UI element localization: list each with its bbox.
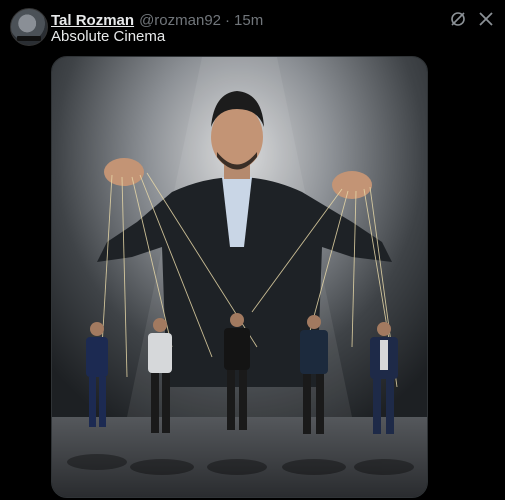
puppeteer-illustration (52, 57, 427, 497)
more-icon[interactable] (477, 10, 495, 28)
header-actions (449, 10, 495, 28)
author-handle[interactable]: @rozman92 (139, 12, 221, 29)
timestamp[interactable]: 15m (234, 12, 263, 29)
author-name[interactable]: Tal Rozman (51, 12, 134, 29)
separator: · (225, 11, 231, 29)
tweet-media-image[interactable] (51, 56, 428, 498)
tweet-text: Absolute Cinema (51, 28, 166, 45)
avatar-badge (17, 36, 41, 41)
tweet-header: Tal Rozman @rozman92 · 15m (51, 10, 495, 30)
author-avatar[interactable] (10, 8, 48, 46)
grok-icon[interactable] (449, 10, 467, 28)
